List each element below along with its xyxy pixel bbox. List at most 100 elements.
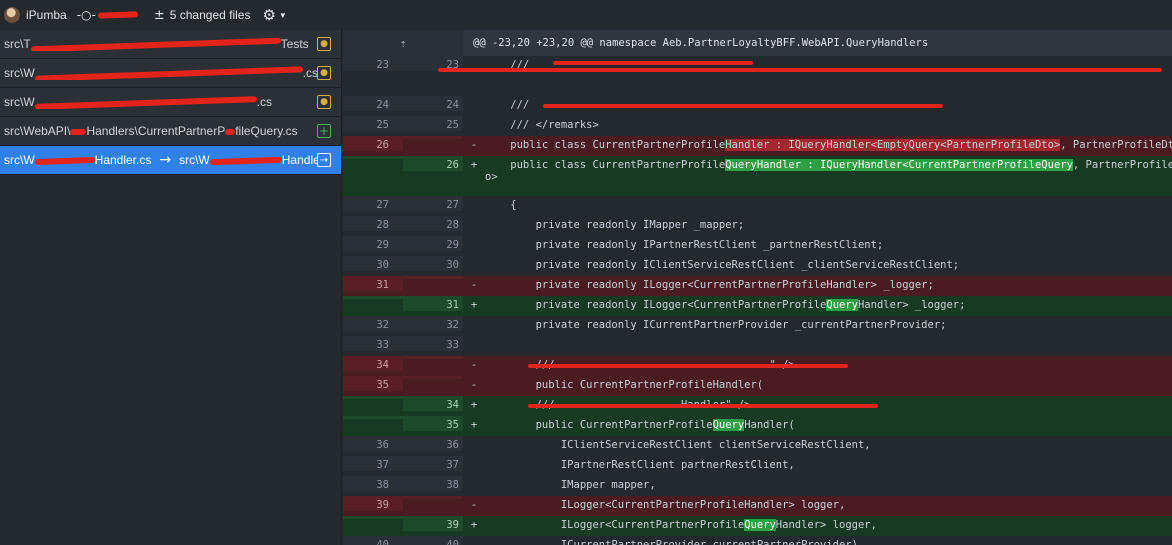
diff-line[interactable]: 36 36 IClientServiceRestClient clientServ… [343, 436, 1172, 456]
modified-status-icon: ● [317, 37, 331, 51]
file-item-selected[interactable]: src\WHandler.cs→src\WHandler.cs → [0, 146, 341, 175]
diff-sign [463, 336, 485, 339]
code-text: private readonly ICurrentPartnerProvider… [485, 319, 947, 331]
diff-sign [463, 96, 485, 99]
diff-sign: + [470, 299, 478, 311]
new-line-number: 31 [403, 296, 463, 311]
code-text: IMapper mapper, [485, 479, 656, 491]
chevron-down-icon[interactable]: ▼ [279, 11, 287, 20]
diff-sign [463, 236, 485, 239]
diff-line[interactable]: 37 37 IPartnerRestClient partnerRestClien… [343, 456, 1172, 476]
old-line-number: 25 [343, 116, 403, 131]
old-line-number: 38 [343, 476, 403, 491]
code-highlight: Query [712, 419, 745, 431]
old-line-number: 36 [343, 436, 403, 451]
diff-line[interactable]: 23 23 /// [343, 56, 1172, 96]
diff-line[interactable]: 31 + private readonly ILogger<CurrentPart… [343, 296, 1172, 316]
diff-sign: - [470, 139, 478, 151]
new-line-number [403, 496, 463, 499]
diff-sign: - [470, 279, 478, 291]
redaction-mark [553, 61, 753, 65]
diff-line[interactable]: 38 38 IMapper mapper, [343, 476, 1172, 496]
code-text: public class CurrentPartnerProfileQueryH… [485, 156, 1172, 183]
code-segment: public CurrentPartnerProfile [485, 419, 713, 431]
new-line-number: 36 [403, 436, 463, 451]
new-line-number: 40 [403, 536, 463, 545]
code-wrap: o> [485, 171, 498, 183]
new-line-number: 32 [403, 316, 463, 331]
code-segment: Handler> logger, [775, 519, 877, 531]
old-line-number: 24 [343, 96, 403, 111]
new-line-number: 29 [403, 236, 463, 251]
diff-line[interactable]: 25 25 /// </remarks> [343, 116, 1172, 136]
new-line-number: 26 [403, 156, 463, 171]
code-highlight: Query [826, 299, 858, 311]
file-item[interactable]: src\WebAPI\ Handlers\CurrentPartnerP fileQ… [0, 117, 341, 146]
commit-hash[interactable] [97, 8, 142, 22]
diff-sign: - [470, 379, 478, 391]
code-text: ILogger<CurrentPartnerProfileQueryHandle… [485, 516, 1172, 531]
code-text: public CurrentPartnerProfileHandler( [485, 379, 764, 391]
file-item[interactable]: src\W .cs ● [0, 59, 341, 88]
code-text: private readonly IPartnerRestClient _par… [485, 239, 884, 251]
diff-line[interactable]: 34+ /// Handler" /> [343, 396, 1172, 416]
diff-line[interactable]: 40 40 ICurrentPartnerProvider currentPart… [343, 536, 1172, 545]
diff-sign [463, 196, 485, 199]
diff-sign [463, 316, 485, 319]
avatar[interactable] [4, 7, 20, 23]
modified-status-icon: ● [317, 95, 331, 109]
new-line-number: 35 [403, 416, 463, 431]
new-line-number [403, 276, 463, 279]
diff-line[interactable]: 24 24 /// [343, 96, 1172, 116]
new-line-number: 37 [403, 456, 463, 471]
old-line-number: 26 [343, 136, 403, 151]
diff-line[interactable]: 28 28 private readonly IMapper _mapper; [343, 216, 1172, 236]
diff-line[interactable]: 35 - public CurrentPartnerProfileHandler( [343, 376, 1172, 396]
diff-line[interactable]: 39 - ILogger<CurrentPartnerProfileHandler… [343, 496, 1172, 516]
code-text: public CurrentPartnerProfileQueryHandler… [485, 416, 1172, 431]
file-item[interactable]: src\W .cs ● [0, 88, 341, 117]
diff-sign: + [470, 159, 478, 171]
diff-sign [463, 476, 485, 479]
commit-icon: -○- [76, 8, 96, 22]
code-segment: , PartnerProfileDt [1072, 159, 1172, 171]
old-line-number [343, 416, 403, 419]
diff-view: ⇡ @@ -23,20 +23,20 @@ namespace Aeb.Part… [343, 30, 1172, 545]
plus-minus-icon: ± [153, 7, 165, 23]
file-item[interactable]: src\T Tests ● [0, 30, 341, 59]
diff-lines: 23 23 /// 24 24 /// 25 25 /// </remarks> 26-… [343, 56, 1172, 545]
diff-line[interactable]: 31 - private readonly ILogger<CurrentPart… [343, 276, 1172, 296]
file-path: src\T Tests [4, 37, 309, 51]
diff-line[interactable]: 30 30 private readonly IClientServiceRest… [343, 256, 1172, 276]
changed-files-count[interactable]: 5 changed files [170, 8, 251, 22]
code-segment: ILogger<CurrentPartnerProfile [485, 519, 745, 531]
new-line-number: 28 [403, 216, 463, 231]
diff-line[interactable]: 32 32 private readonly ICurrentPartnerPro… [343, 316, 1172, 336]
gear-icon[interactable]: ⚙ [262, 6, 275, 24]
diff-line[interactable]: 35 + public CurrentPartnerProfileQueryHan… [343, 416, 1172, 436]
diff-line[interactable]: 39 + ILogger<CurrentPartnerProfileQueryHa… [343, 516, 1172, 536]
old-line-number: 31 [343, 276, 403, 291]
diff-line[interactable]: 27 27 { [343, 196, 1172, 216]
diff-line[interactable]: 26 + public class CurrentPartnerProfileQu… [343, 156, 1172, 196]
new-line-number: 24 [403, 96, 463, 111]
renamed-status-icon: → [317, 153, 331, 167]
code-text: ILogger<CurrentPartnerProfileHandler> lo… [485, 499, 846, 511]
code-text: ICurrentPartnerProvider currentPartnerPr… [485, 539, 858, 545]
old-line-number: 35 [343, 376, 403, 391]
diff-line[interactable]: 26 - public class CurrentPartnerProfileHa… [343, 136, 1172, 156]
code-text: public class CurrentPartnerProfileHandle… [485, 136, 1172, 151]
expand-up-icon[interactable]: ⇡ [343, 30, 463, 56]
old-line-number: 39 [343, 496, 403, 511]
diff-line[interactable]: 34- /// " /> [343, 356, 1172, 376]
hunk-header: ⇡ @@ -23,20 +23,20 @@ namespace Aeb.Part… [343, 30, 1172, 56]
code-segment: , PartnerProfileDto> [1060, 139, 1172, 151]
user-name[interactable]: iPumba [26, 8, 67, 22]
diff-line[interactable]: 33 33 [343, 336, 1172, 356]
diff-line[interactable]: 29 29 private readonly IPartnerRestClient… [343, 236, 1172, 256]
code-text: /// </remarks> [485, 119, 599, 131]
old-line-number [343, 296, 403, 299]
code-text: IClientServiceRestClient clientServiceRe… [485, 439, 871, 451]
new-line-number [403, 356, 463, 359]
diff-sign [463, 536, 485, 539]
